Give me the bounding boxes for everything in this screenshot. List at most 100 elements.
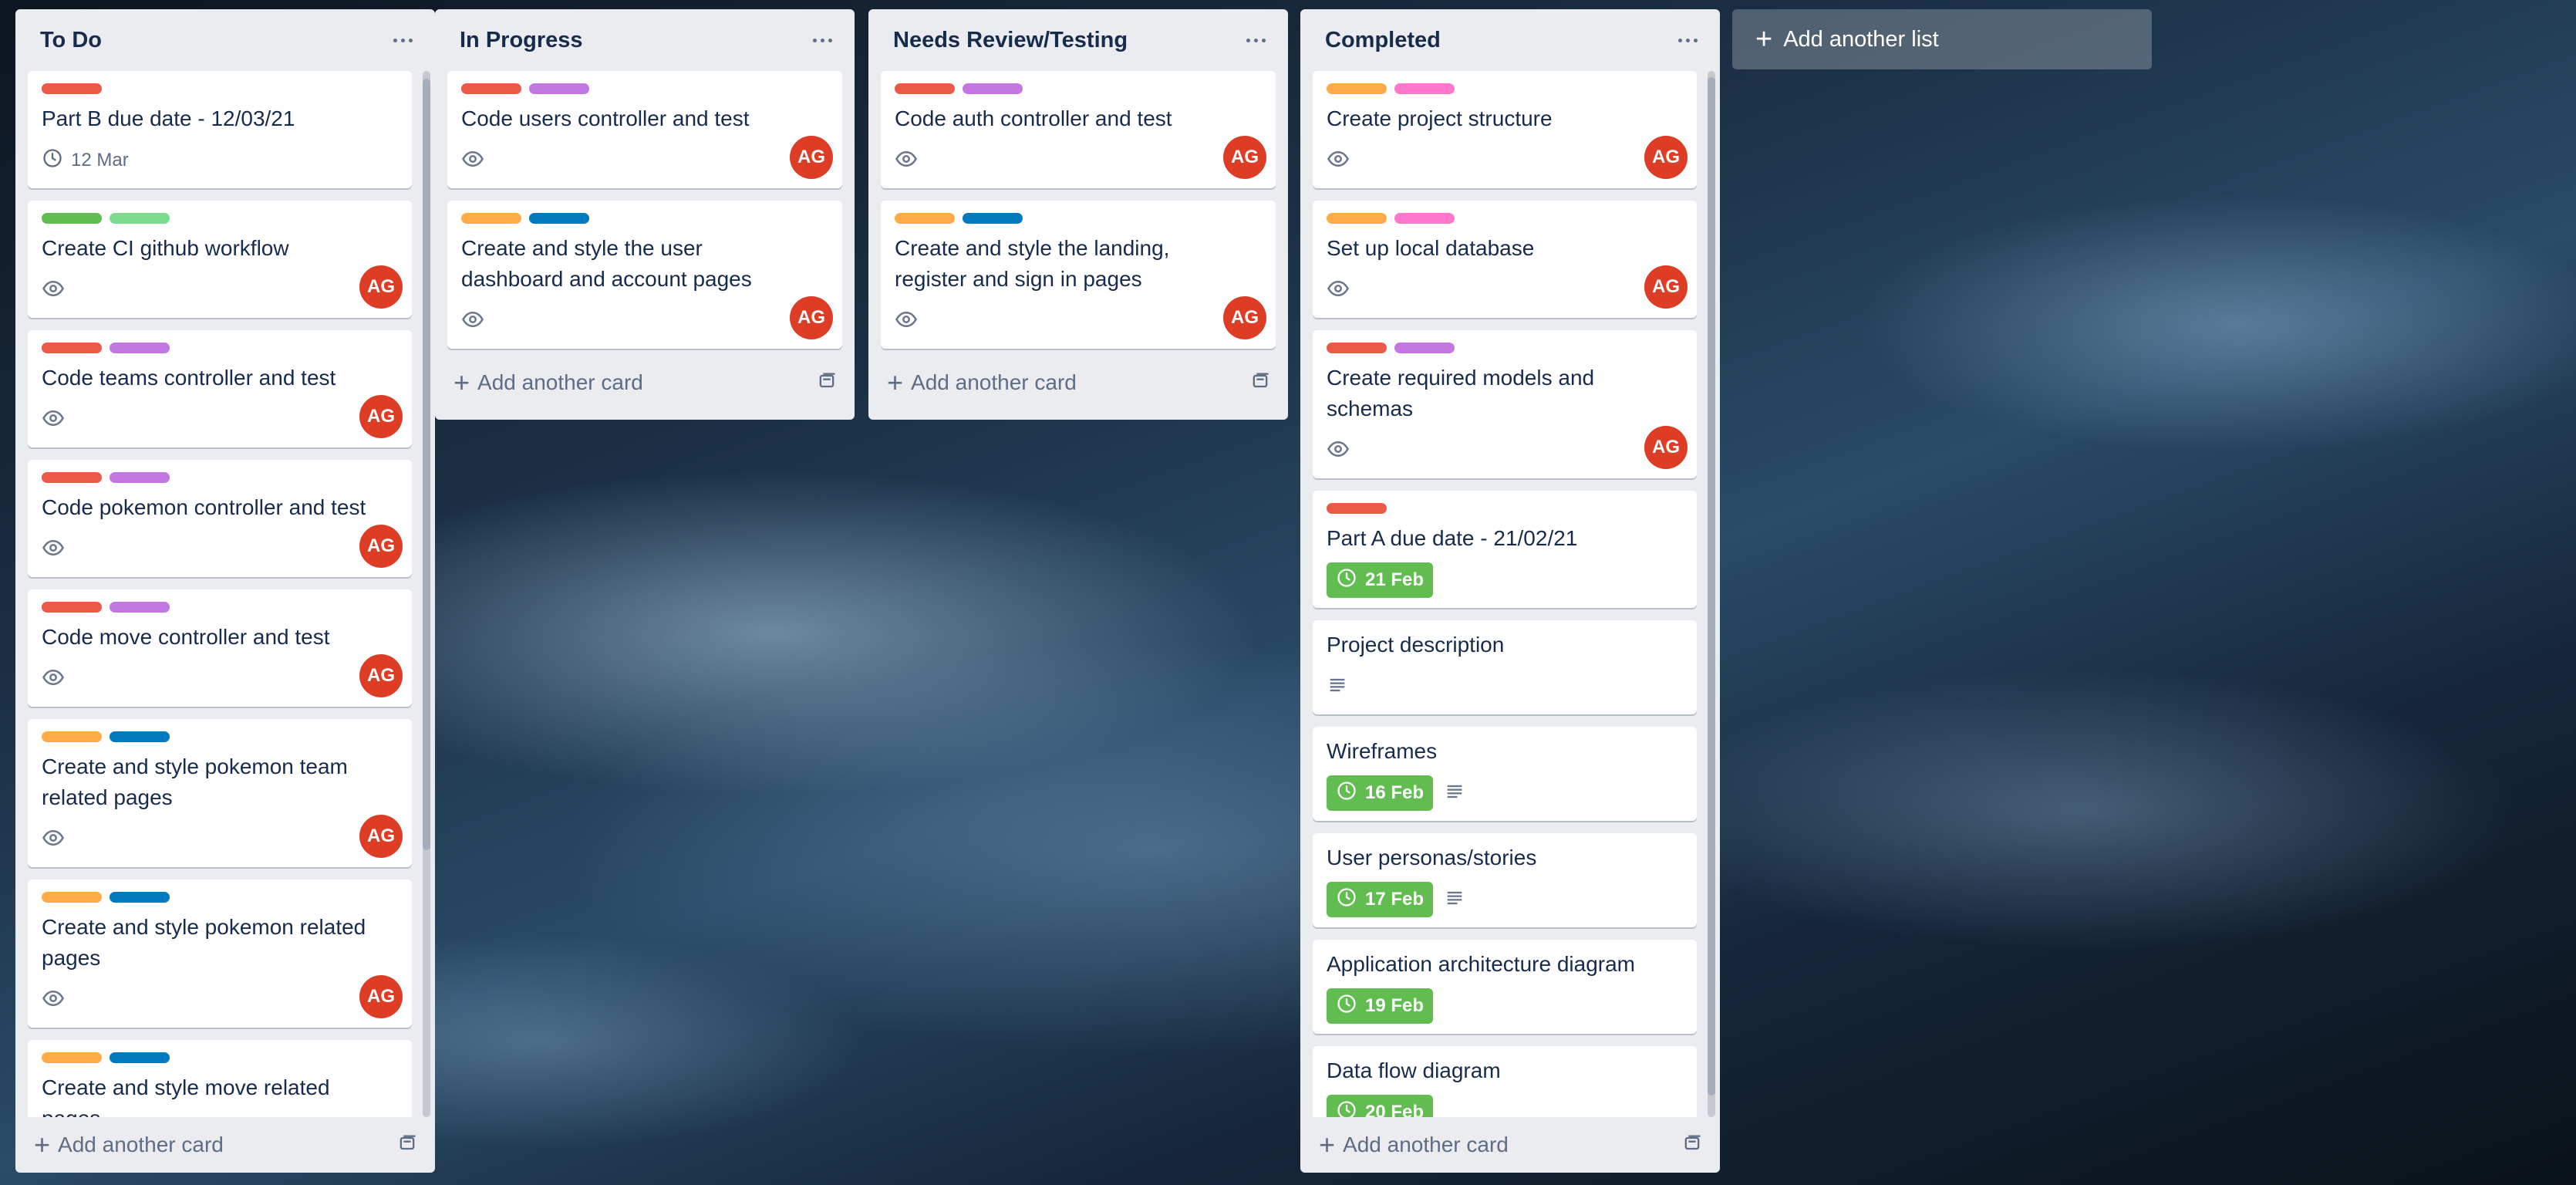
label-blue[interactable] — [110, 731, 170, 742]
label-purple[interactable] — [110, 472, 170, 483]
member-avatar[interactable]: AG — [359, 975, 403, 1018]
card-labels[interactable] — [42, 731, 400, 742]
add-card-button[interactable]: + Add another card — [435, 355, 855, 410]
card-labels[interactable] — [461, 213, 830, 224]
member-avatar[interactable]: AG — [1223, 296, 1266, 339]
label-pink[interactable] — [1394, 83, 1455, 94]
list-title[interactable]: In Progress — [460, 28, 583, 53]
member-avatar[interactable]: AG — [1644, 265, 1688, 309]
card-template-icon[interactable] — [816, 370, 838, 397]
due-date-badge[interactable]: 12 Mar — [42, 147, 129, 174]
label-blue[interactable] — [529, 213, 589, 224]
label-red[interactable] — [42, 83, 102, 94]
label-green[interactable] — [42, 213, 102, 224]
label-pink[interactable] — [1394, 213, 1455, 224]
member-avatar[interactable]: AG — [790, 136, 833, 179]
card[interactable]: Create required models and schemas AG — [1313, 330, 1697, 478]
card[interactable]: Create and style the user dashboard and … — [447, 201, 842, 349]
card[interactable]: Part B due date - 12/03/21 12 Mar — [28, 71, 412, 188]
label-blue[interactable] — [110, 1052, 170, 1063]
due-date-badge[interactable]: 16 Feb — [1327, 775, 1434, 811]
card-labels[interactable] — [42, 472, 400, 483]
member-avatar[interactable]: AG — [1223, 136, 1266, 179]
card-labels[interactable] — [42, 1052, 400, 1063]
label-orange[interactable] — [42, 892, 102, 903]
card[interactable]: Create and style move related pages — [28, 1040, 412, 1117]
list-header[interactable]: To Do — [15, 9, 435, 71]
card-labels[interactable] — [1327, 213, 1684, 224]
add-card-button[interactable]: + Add another card — [15, 1117, 435, 1173]
label-blue[interactable] — [110, 892, 170, 903]
list-menu-icon[interactable] — [807, 26, 838, 54]
label-purple[interactable] — [110, 343, 170, 353]
due-date-badge[interactable]: 17 Feb — [1327, 882, 1434, 917]
label-red[interactable] — [1327, 503, 1387, 514]
card[interactable]: Set up local database AG — [1313, 201, 1697, 318]
label-orange[interactable] — [42, 731, 102, 742]
list-title[interactable]: To Do — [40, 28, 102, 53]
label-orange[interactable] — [42, 1052, 102, 1063]
card-labels[interactable] — [42, 892, 400, 903]
card-template-icon[interactable] — [396, 1133, 418, 1160]
card-labels[interactable] — [1327, 83, 1684, 94]
card-labels[interactable] — [895, 213, 1263, 224]
card-labels[interactable] — [42, 213, 400, 224]
card-template-icon[interactable] — [1249, 370, 1271, 397]
scrollbar-thumb[interactable] — [423, 79, 430, 850]
add-card-button[interactable]: + Add another card — [868, 355, 1288, 410]
label-purple[interactable] — [529, 83, 589, 94]
card-labels[interactable] — [895, 83, 1263, 94]
member-avatar[interactable]: AG — [1644, 426, 1688, 469]
member-avatar[interactable]: AG — [359, 815, 403, 858]
card[interactable]: Create project structure AG — [1313, 71, 1697, 188]
card-labels[interactable] — [42, 83, 400, 94]
add-list-button[interactable]: + Add another list — [1732, 9, 2152, 69]
due-date-badge[interactable]: 21 Feb — [1327, 562, 1434, 598]
label-blue[interactable] — [963, 213, 1023, 224]
label-red[interactable] — [1327, 343, 1387, 353]
add-card-button[interactable]: + Add another card — [1300, 1117, 1720, 1173]
list-header[interactable]: Completed — [1300, 9, 1720, 71]
list-header[interactable]: In Progress — [435, 9, 855, 71]
label-orange[interactable] — [895, 213, 955, 224]
member-avatar[interactable]: AG — [359, 265, 403, 309]
list-menu-icon[interactable] — [1240, 26, 1271, 54]
card[interactable]: Data flow diagram 20 Feb — [1313, 1046, 1697, 1117]
label-red[interactable] — [895, 83, 955, 94]
scrollbar-thumb[interactable] — [1708, 77, 1715, 1096]
label-red[interactable] — [42, 472, 102, 483]
label-orange[interactable] — [1327, 83, 1387, 94]
member-avatar[interactable]: AG — [359, 525, 403, 568]
scrollbar[interactable] — [423, 71, 430, 1117]
card[interactable]: Code users controller and test AG — [447, 71, 842, 188]
card[interactable]: Create and style the landing, register a… — [881, 201, 1276, 349]
label-red[interactable] — [461, 83, 521, 94]
list-title[interactable]: Needs Review/Testing — [893, 28, 1128, 53]
card-labels[interactable] — [42, 343, 400, 353]
due-date-badge[interactable]: 19 Feb — [1327, 988, 1434, 1024]
label-purple[interactable] — [110, 602, 170, 613]
label-purple[interactable] — [963, 83, 1023, 94]
card[interactable]: Create and style pokemon related pages AG — [28, 879, 412, 1028]
card[interactable]: Code pokemon controller and test AG — [28, 460, 412, 577]
card-template-icon[interactable] — [1681, 1133, 1703, 1160]
label-orange[interactable] — [461, 213, 521, 224]
list-menu-icon[interactable] — [387, 26, 418, 54]
card[interactable]: Part A due date - 21/02/21 21 Feb — [1313, 491, 1697, 608]
label-purple[interactable] — [1394, 343, 1455, 353]
member-avatar[interactable]: AG — [359, 395, 403, 438]
card-labels[interactable] — [1327, 343, 1684, 353]
card-labels[interactable] — [461, 83, 830, 94]
card[interactable]: Create CI github workflow AG — [28, 201, 412, 318]
card[interactable]: Wireframes 16 Feb — [1313, 727, 1697, 821]
card[interactable]: Code move controller and test AG — [28, 589, 412, 707]
member-avatar[interactable]: AG — [790, 296, 833, 339]
due-date-badge[interactable]: 20 Feb — [1327, 1095, 1434, 1117]
card[interactable]: Project description — [1313, 620, 1697, 714]
label-red[interactable] — [42, 343, 102, 353]
card[interactable]: User personas/stories 17 Feb — [1313, 833, 1697, 927]
label-red[interactable] — [42, 602, 102, 613]
card[interactable]: Code auth controller and test AG — [881, 71, 1276, 188]
scrollbar[interactable] — [1708, 71, 1715, 1117]
label-orange[interactable] — [1327, 213, 1387, 224]
